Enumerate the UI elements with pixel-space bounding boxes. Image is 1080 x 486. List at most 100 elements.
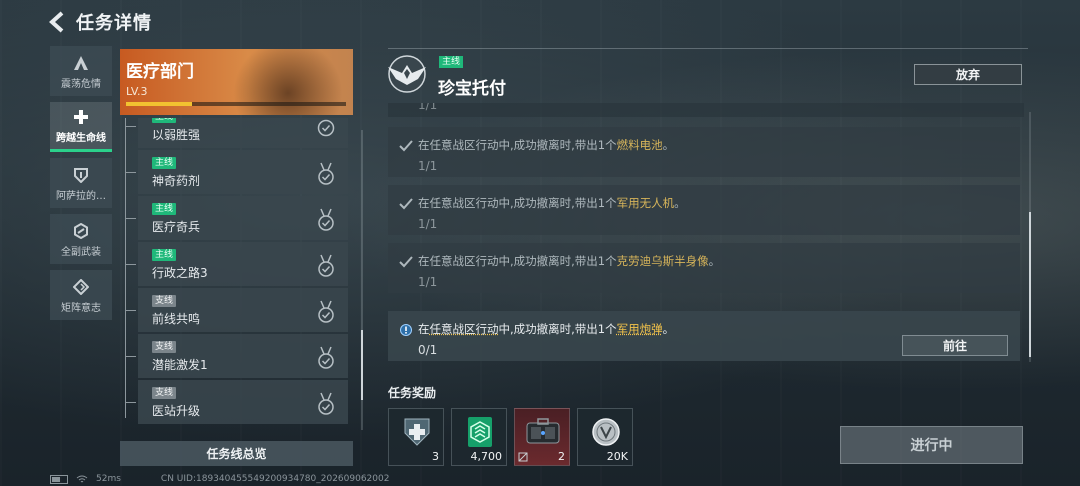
mission-name: 医疗奇兵 xyxy=(152,220,201,234)
completed-medal-icon xyxy=(318,392,334,415)
ping-text: 52ms xyxy=(96,474,121,484)
mission-list: 主线 以弱胜强 主线 神奇药剂 主线 医疗奇兵 主线 行政之路3 支线 前线共鸣… xyxy=(122,118,350,434)
reward-item[interactable]: 2 xyxy=(514,408,570,466)
reward-quantity: 4,700 xyxy=(470,450,503,463)
timeline-connector xyxy=(125,126,136,127)
mission-tag: 支线 xyxy=(152,295,177,307)
objective-text: 在任意战区行动中,成功撤离时,带出1个军用无人机。 xyxy=(418,196,686,210)
objective-text: 在任意战区行动中,成功撤离时,带出1个军用炮弹。 xyxy=(418,322,675,336)
category-label: 震荡危情 xyxy=(61,78,101,90)
category-label: 全副武装 xyxy=(61,246,101,258)
mission-list-scrollbar[interactable] xyxy=(361,130,363,430)
mission-tag: 主线 xyxy=(152,157,177,169)
category-tab-1[interactable]: 震荡危情 xyxy=(50,46,112,96)
objective-progress: 1/1 xyxy=(418,217,438,231)
page-title: 任务详情 xyxy=(76,13,152,34)
category-tab-3[interactable]: 阿萨拉的… xyxy=(50,158,112,208)
diamond-arrows-icon xyxy=(73,278,89,295)
timeline-connector xyxy=(125,218,136,219)
status-footer: 52ms CN UID:1893404555492009347​80_20260… xyxy=(50,474,389,484)
objective-row: 在任意战区行动中,成功撤离时,带出1个克劳迪乌斯半身像。 1/1 xyxy=(388,243,1020,293)
reward-quantity: 3 xyxy=(432,450,439,463)
objectives-scrollbar[interactable] xyxy=(1029,112,1031,362)
category-label: 跨越生命线 xyxy=(56,133,106,144)
objective-text: 在任意战区行动中,成功撤离时,带出1个克劳迪乌斯半身像。 xyxy=(418,254,721,268)
mission-name: 行政之路3 xyxy=(152,266,208,280)
battery-icon xyxy=(50,474,68,484)
mission-item[interactable]: 支线 潜能激发1 xyxy=(125,334,348,378)
completed-check-icon xyxy=(317,119,335,137)
mission-item[interactable]: 支线 医站升级 xyxy=(125,380,348,424)
objective-progress: 1/1 xyxy=(418,159,438,173)
category-label: 矩阵意志 xyxy=(61,302,101,314)
abandon-button[interactable]: 放弃 xyxy=(914,64,1022,85)
mission-tag: 主线 xyxy=(152,249,177,261)
objective-partial-row: 1/1 xyxy=(388,103,1024,117)
reward-quantity: 20K xyxy=(606,450,628,463)
bound-item-icon xyxy=(518,452,528,462)
mission-line-progress-bar xyxy=(126,102,346,106)
objective-row-active: 在任意战区行动中,成功撤离时,带出1个军用炮弹。 0/1 前往 xyxy=(388,311,1020,361)
triangle-a-icon xyxy=(74,55,88,70)
completed-medal-icon xyxy=(318,162,334,185)
detail-mission-title: 珍宝托付 xyxy=(438,79,506,99)
category-sidebar: 震荡危情 跨越生命线 阿萨拉的… 全副武装 矩阵意志 xyxy=(50,46,112,326)
rewards-row: 3 4,700 2 20K xyxy=(388,408,633,466)
mission-tag: 支线 xyxy=(152,341,177,353)
category-tab-5[interactable]: 矩阵意志 xyxy=(50,270,112,320)
detail-divider xyxy=(388,48,1028,49)
scrollbar-thumb[interactable] xyxy=(361,330,363,400)
mission-name: 医站升级 xyxy=(152,404,201,418)
page-header: 任务详情 xyxy=(48,8,152,36)
mission-line-name: 医疗部门 xyxy=(126,62,194,82)
objective-partial-progress: 1/1 xyxy=(418,103,438,112)
check-icon xyxy=(399,256,413,268)
mission-line-progress-fill xyxy=(126,102,192,106)
scrollbar-thumb[interactable] xyxy=(1029,212,1031,357)
mission-tag: 支线 xyxy=(152,387,177,399)
completed-medal-icon xyxy=(318,208,334,231)
mission-line-banner: 医疗部门 LV.3 xyxy=(120,49,353,115)
objective-row: 在任意战区行动中,成功撤离时,带出1个燃料电池。 1/1 xyxy=(388,127,1020,177)
objective-progress: 1/1 xyxy=(418,275,438,289)
back-arrow-icon[interactable] xyxy=(48,11,66,33)
goto-button[interactable]: 前往 xyxy=(902,335,1008,356)
category-tab-4[interactable]: 全副武装 xyxy=(50,214,112,264)
objective-row: 在任意战区行动中,成功撤离时,带出1个军用无人机。 1/1 xyxy=(388,185,1020,235)
coin-icon xyxy=(592,418,620,446)
timeline-connector xyxy=(125,356,136,357)
hex-icon xyxy=(74,222,88,239)
objectives-list: 1/1 在任意战区行动中,成功撤离时,带出1个燃料电池。 1/1 在任意战区行动… xyxy=(388,103,1024,363)
mission-item[interactable]: 主线 神奇药剂 xyxy=(125,150,348,194)
mission-tag: 主线 xyxy=(152,118,177,123)
timeline-connector xyxy=(125,264,136,265)
reward-item[interactable]: 4,700 xyxy=(451,408,507,466)
mission-item[interactable]: 主线 行政之路3 xyxy=(125,242,348,286)
reward-item[interactable]: 3 xyxy=(388,408,444,466)
mission-item[interactable]: 主线 以弱胜强 xyxy=(125,118,348,148)
objective-text: 在任意战区行动中,成功撤离时,带出1个燃料电池。 xyxy=(418,138,675,152)
category-tab-2[interactable]: 跨越生命线 xyxy=(50,102,112,152)
mission-name: 潜能激发1 xyxy=(152,358,208,372)
uid-text: CN UID:1893404555492009347​80_2026090620… xyxy=(160,474,390,484)
rewards-title: 任务奖励 xyxy=(388,386,437,400)
completed-medal-icon xyxy=(318,300,334,323)
info-icon xyxy=(400,324,412,336)
timeline-connector xyxy=(125,172,136,173)
mission-item[interactable]: 支线 前线共鸣 xyxy=(125,288,348,332)
completed-medal-icon xyxy=(318,346,334,369)
timeline-line xyxy=(125,118,126,418)
mission-name: 前线共鸣 xyxy=(152,312,201,326)
mission-name: 神奇药剂 xyxy=(152,174,201,188)
timeline-connector xyxy=(125,310,136,311)
mission-line-overview-button[interactable]: 任务线总览 xyxy=(120,441,353,466)
objective-progress: 0/1 xyxy=(418,343,438,357)
mission-name: 以弱胜强 xyxy=(152,128,201,142)
mission-item[interactable]: 主线 医疗奇兵 xyxy=(125,196,348,240)
in-progress-button[interactable]: 进行中 xyxy=(840,426,1023,464)
reputation-badge-icon xyxy=(468,417,492,447)
reward-item[interactable]: 20K xyxy=(577,408,633,466)
mission-tag: 主线 xyxy=(152,203,177,215)
eagle-emblem-icon xyxy=(388,55,426,93)
shield-icon xyxy=(74,167,88,183)
